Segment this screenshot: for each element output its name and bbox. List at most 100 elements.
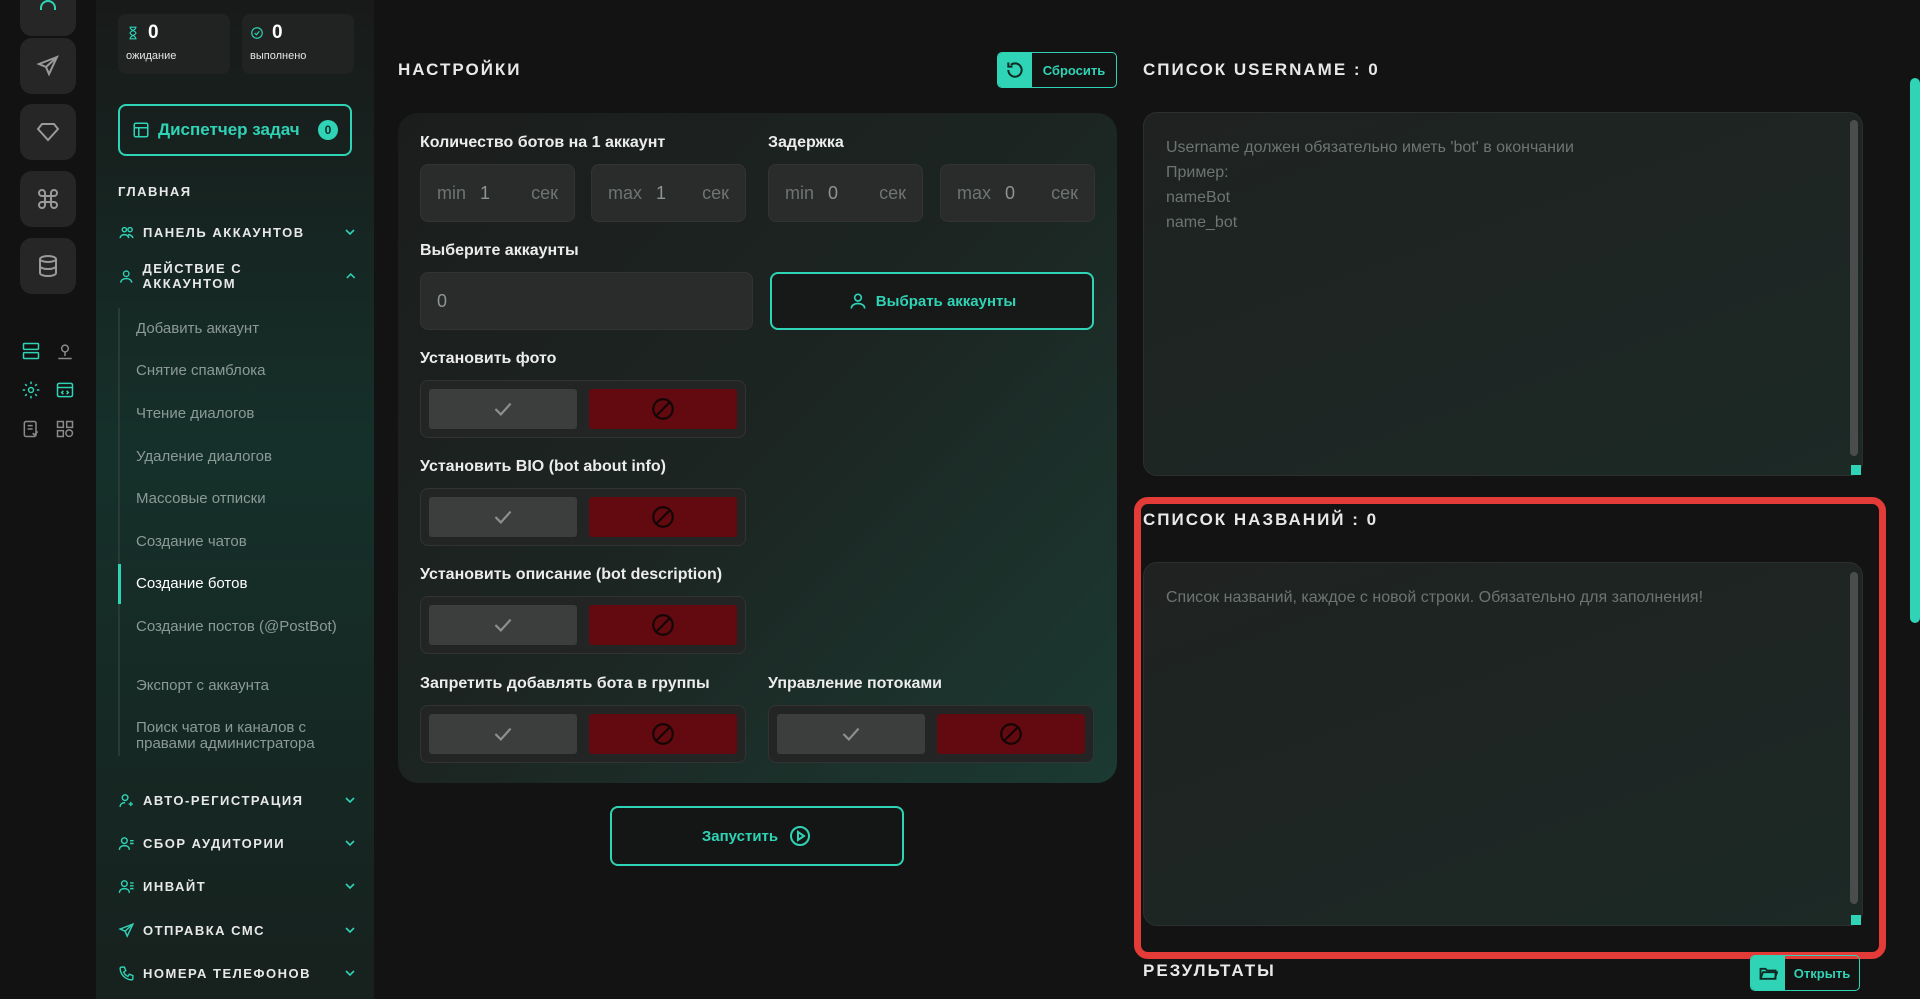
ban-icon [652, 614, 674, 636]
set-bio-no-button[interactable] [589, 497, 737, 537]
bots-min-prefix: min [437, 182, 467, 203]
rail-send-button[interactable] [20, 38, 76, 94]
sidebar-item-create-bots[interactable]: Создание ботов [136, 576, 356, 592]
threads-toggle [768, 705, 1094, 763]
submenu-active-indicator [118, 564, 121, 604]
reset-icon-wrap [998, 53, 1032, 87]
user-list-icon [118, 836, 134, 850]
forbid-groups-label: Запретить добавлять бота в группы [420, 675, 710, 692]
check-icon [494, 402, 512, 416]
chevron-down-icon [345, 797, 355, 804]
delay-min-prefix: min [785, 182, 815, 203]
nav-invite[interactable]: ИНВАЙТ [118, 874, 358, 898]
chevron-down-icon [345, 840, 355, 847]
nav-audience-label: СБОР АУДИТОРИИ [143, 835, 286, 851]
reset-label: Сбросить [1042, 62, 1106, 78]
nav-account-action-label: ДЕЙСТВИЕ С АККАУНТОМ [142, 261, 243, 291]
gear-icon [22, 381, 40, 399]
rail-user-pin-button[interactable] [54, 340, 76, 362]
user-plus-icon [119, 793, 133, 807]
users-icon [119, 226, 134, 238]
forbid-groups-yes-button[interactable] [429, 714, 577, 754]
nav-invite-label: ИНВАЙТ [143, 878, 207, 894]
delay-max-unit: сек [1051, 182, 1078, 203]
nav-auto-registration[interactable]: АВТО-РЕГИСТРАЦИЯ [118, 788, 358, 812]
sidebar-item-export[interactable]: Экспорт с аккаунта [136, 678, 356, 694]
bots-min-unit: сек [531, 182, 558, 203]
bots-per-account-label: Количество ботов на 1 аккаунт [420, 134, 666, 151]
chevron-down-icon [345, 229, 355, 236]
sidebar-item-create-posts[interactable]: Создание постов (@PostBot) [136, 619, 356, 635]
chevron-up-icon [345, 272, 355, 279]
chevron-down-icon [345, 883, 355, 890]
stat-waiting-value: 0 [148, 22, 159, 43]
choose-accounts-button[interactable]: Выбрать аккаунты [770, 272, 1094, 330]
open-icon-wrap [1751, 956, 1785, 990]
forbid-groups-no-button[interactable] [589, 714, 737, 754]
delay-max-field[interactable]: max 0 сек [940, 164, 1095, 222]
nav-sms-label: ОТПРАВКА СМС [143, 922, 266, 938]
open-results-button[interactable]: Открыть [1750, 955, 1860, 991]
rail-command-button[interactable] [20, 171, 76, 227]
delay-min-field[interactable]: min 0 сек [768, 164, 923, 222]
bots-max-prefix: max [608, 182, 643, 203]
set-photo-yes-button[interactable] [429, 389, 577, 429]
diamond-icon [36, 123, 60, 142]
set-description-no-button[interactable] [589, 605, 737, 645]
rail-code-button[interactable] [54, 379, 76, 401]
task-dispatcher-button[interactable]: Диспетчер задач 0 [118, 104, 352, 156]
rail-database-button[interactable] [20, 238, 76, 294]
usernames-scrollbar[interactable] [1850, 120, 1858, 456]
set-photo-no-button[interactable] [589, 389, 737, 429]
sidebar-item-mass-unsubscribe[interactable]: Массовые отписки [136, 491, 356, 507]
bots-max-value: 1 [656, 182, 667, 203]
rail-gear-button[interactable] [20, 379, 42, 401]
nav-accounts-panel[interactable]: ПАНЕЛЬ АККАУНТОВ [118, 220, 358, 244]
threads-no-button[interactable] [937, 714, 1085, 754]
dashboard-icon [133, 122, 149, 138]
rail-shapes-button[interactable] [54, 418, 76, 440]
set-description-yes-button[interactable] [429, 605, 577, 645]
rail-diamond-button[interactable] [20, 104, 76, 160]
usernames-resize-handle[interactable] [1851, 465, 1861, 475]
threads-yes-button[interactable] [777, 714, 925, 754]
stat-waiting-label: ожидание [126, 50, 177, 62]
sidebar-item-spamblock[interactable]: Снятие спамблока [136, 363, 356, 379]
usernames-title: СПИСОК USERNAME : 0 [1143, 60, 1380, 79]
run-label: Запустить [701, 827, 779, 845]
accounts-count-field[interactable]: 0 [420, 272, 753, 330]
set-bio-yes-button[interactable] [429, 497, 577, 537]
reset-button[interactable]: Сбросить [997, 52, 1117, 88]
bots-min-field[interactable]: min 1 сек [420, 164, 575, 222]
page-scrollbar[interactable] [1910, 78, 1920, 623]
user-icon [850, 293, 866, 309]
server-list-icon [22, 342, 40, 360]
delay-min-unit: сек [879, 182, 906, 203]
sidebar-item-delete-dialogs[interactable]: Удаление диалогов [136, 449, 356, 465]
choose-accounts-label-btn: Выбрать аккаунты [875, 292, 1017, 310]
nav-sms[interactable]: ОТПРАВКА СМС [118, 918, 358, 942]
nav-phones[interactable]: НОМЕРА ТЕЛЕФОНОВ [118, 961, 358, 985]
task-dispatcher-label: Диспетчер задач [158, 120, 300, 139]
sidebar-item-add-account[interactable]: Добавить аккаунт [136, 321, 356, 337]
submenu-line [118, 308, 120, 756]
stat-waiting: 0 ожидание [118, 14, 230, 74]
command-icon [38, 189, 58, 209]
nav-account-action[interactable]: ДЕЙСТВИЕ С АККАУНТОМ [118, 261, 358, 291]
sidebar-item-read-dialogs[interactable]: Чтение диалогов [136, 406, 356, 422]
sidebar-item-create-chats[interactable]: Создание чатов [136, 534, 356, 550]
rail-list-icon-button[interactable] [20, 340, 42, 362]
user-pin-icon [58, 344, 72, 360]
usernames-textarea[interactable]: Username должен обязательно иметь 'bot' … [1143, 112, 1863, 476]
accounts-count-value: 0 [437, 290, 448, 311]
bots-max-field[interactable]: max 1 сек [591, 164, 746, 222]
rail-home-button[interactable] [20, 0, 76, 36]
sidebar-item-admin-search[interactable]: Поиск чатов и каналов с правами админист… [136, 720, 356, 752]
task-dispatcher-count: 0 [318, 120, 338, 140]
nav-audience[interactable]: СБОР АУДИТОРИИ [118, 831, 358, 855]
stat-done-value: 0 [272, 22, 283, 43]
chevron-down-icon [345, 927, 355, 934]
usernames-placeholder-line-3: nameBot [1166, 189, 1231, 206]
run-button[interactable]: Запустить [610, 806, 904, 866]
rail-doc-button[interactable] [20, 418, 42, 440]
